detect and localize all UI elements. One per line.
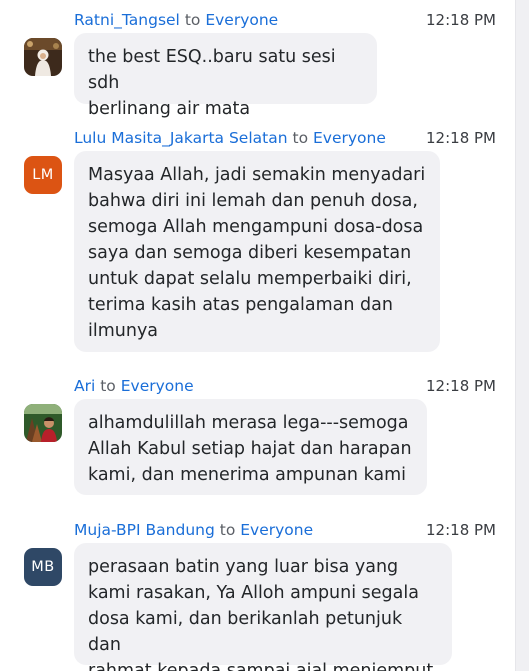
- chat-message: Ratni_Tangsel to Everyone 12:18 PM the b…: [0, 10, 516, 119]
- avatar[interactable]: LM: [24, 156, 62, 194]
- chat-message: Lulu Masita_Jakarta Selatan to Everyone …: [0, 128, 516, 358]
- message-header: Ratni_Tangsel to Everyone: [74, 10, 278, 30]
- message-bubble: perasaan batin yang luar bisa yang kami …: [74, 543, 452, 671]
- avatar-initials: LM: [32, 167, 54, 183]
- sender-name[interactable]: Muja-BPI Bandung: [74, 521, 215, 539]
- recipient-name[interactable]: Everyone: [313, 129, 386, 147]
- avatar[interactable]: MB: [24, 548, 62, 586]
- message-time: 12:18 PM: [426, 11, 496, 29]
- to-label: to: [292, 129, 309, 147]
- avatar-photo: [24, 404, 62, 442]
- chat-message: Muja-BPI Bandung to Everyone 12:18 PM MB…: [0, 520, 516, 671]
- to-label: to: [184, 11, 201, 29]
- sender-name[interactable]: Ratni_Tangsel: [74, 11, 180, 29]
- message-header: Muja-BPI Bandung to Everyone: [74, 520, 313, 540]
- message-bubble: Masyaa Allah, jadi semakin menyadari bah…: [74, 151, 440, 352]
- message-header: Ari to Everyone: [74, 376, 194, 396]
- sender-name[interactable]: Lulu Masita_Jakarta Selatan: [74, 129, 288, 147]
- message-header: Lulu Masita_Jakarta Selatan to Everyone: [74, 128, 386, 148]
- message-bubble: the best ESQ..baru satu sesi sdh berlina…: [74, 33, 377, 119]
- to-label: to: [219, 521, 236, 539]
- message-time: 12:18 PM: [426, 521, 496, 539]
- sender-name[interactable]: Ari: [74, 377, 95, 395]
- recipient-name[interactable]: Everyone: [240, 521, 313, 539]
- to-label: to: [100, 377, 116, 395]
- message-bubble: alhamdulillah merasa lega---semoga Allah…: [74, 399, 427, 495]
- message-time: 12:18 PM: [426, 377, 496, 395]
- recipient-name[interactable]: Everyone: [205, 11, 278, 29]
- avatar[interactable]: [24, 404, 62, 442]
- chat-message: Ari to Everyone 12:18 PM alhamdulillah m…: [0, 376, 516, 501]
- message-time: 12:18 PM: [426, 129, 496, 147]
- avatar[interactable]: [24, 38, 62, 76]
- avatar-initials: MB: [31, 559, 55, 575]
- chat-panel: Ratni_Tangsel to Everyone 12:18 PM the b…: [0, 0, 529, 671]
- avatar-photo: [24, 38, 62, 76]
- scrollbar[interactable]: [515, 0, 529, 671]
- recipient-name[interactable]: Everyone: [121, 377, 194, 395]
